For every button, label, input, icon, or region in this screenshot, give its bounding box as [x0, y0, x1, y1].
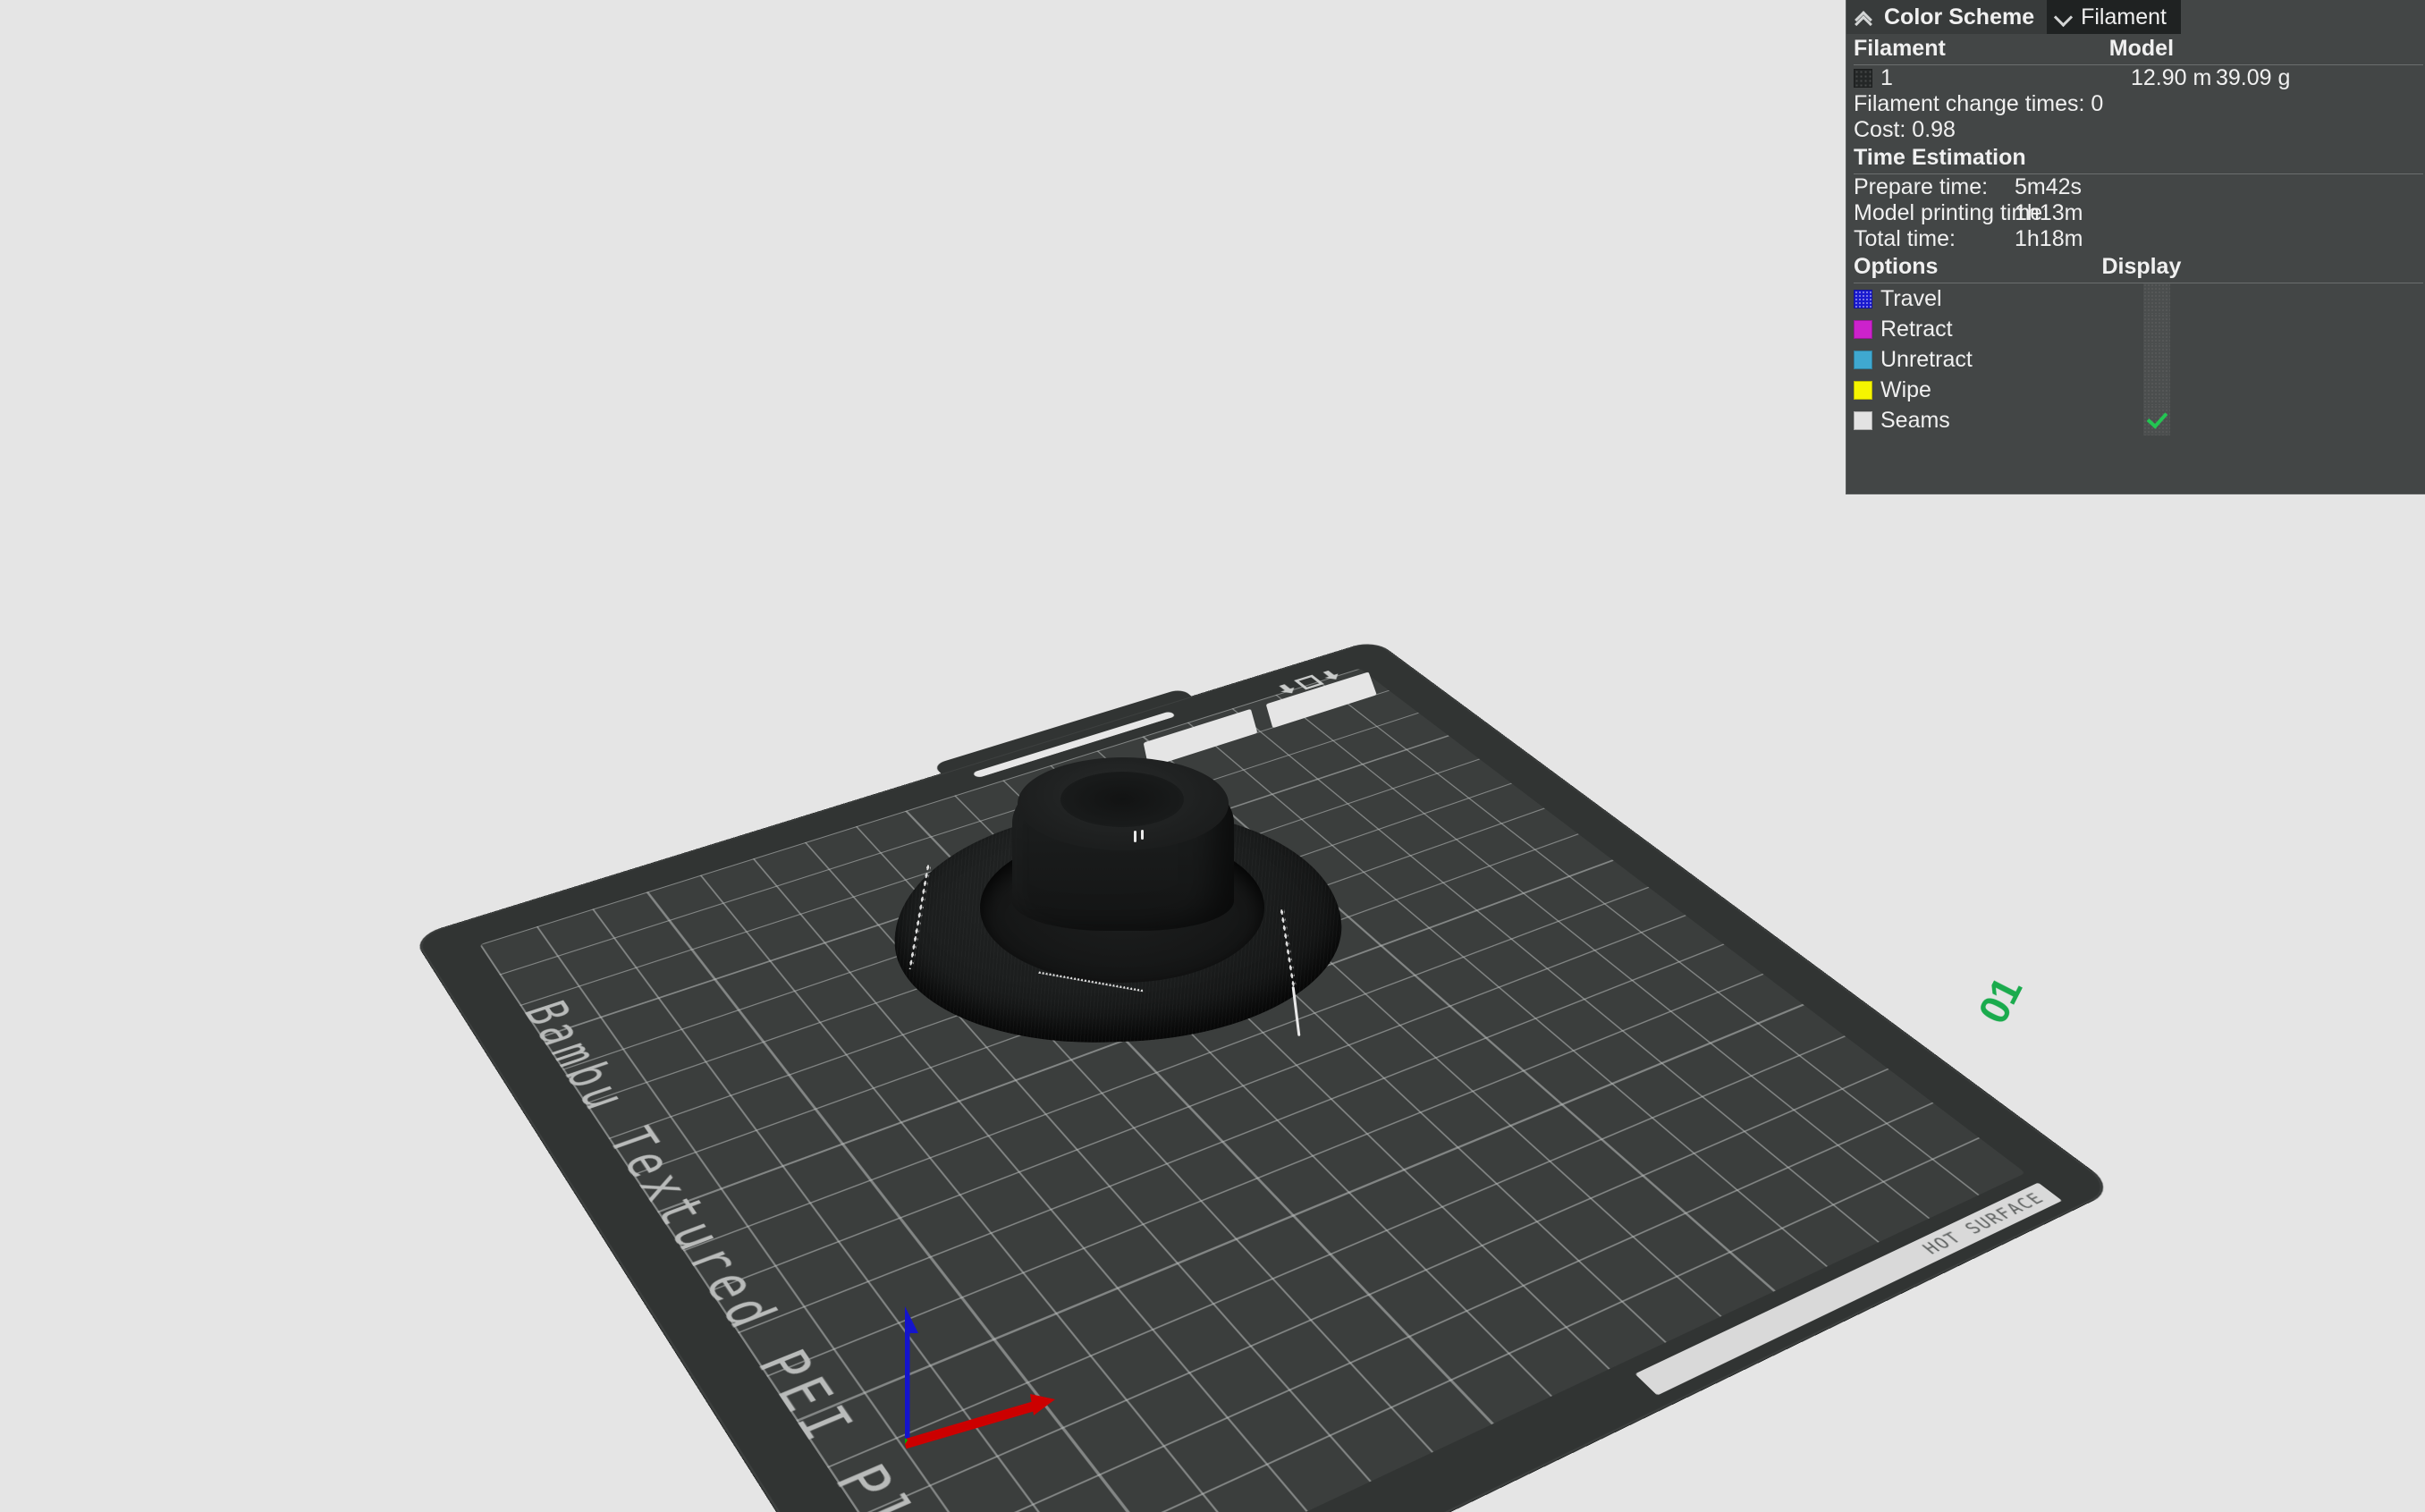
seams-label: Seams [1880, 407, 1950, 433]
prepare-time-row: Prepare time: 5m42s [1846, 174, 2425, 200]
filament-col-header: Filament [1854, 36, 1946, 61]
wipe-label: Wipe [1880, 376, 1931, 402]
model-col-header: Model [2108, 36, 2175, 61]
seams-color-swatch [1854, 410, 1872, 430]
filament-name: 1 [1880, 65, 1893, 90]
unretract-color-swatch [1854, 350, 1872, 369]
wipe-display-checkbox[interactable] [2143, 375, 2170, 405]
cost-row: Cost: 0.98 [1846, 117, 2425, 143]
total-time-label: Total time: [1854, 226, 1956, 251]
retract-display-checkbox[interactable] [2143, 314, 2170, 344]
model-printing-time-value: 1h13m [2015, 200, 2083, 225]
options-section-header: Options Display [1846, 252, 2425, 283]
time-estimation-title: Time Estimation [1854, 145, 2026, 170]
model-printing-time-row: Model printing time: 1h13m [1846, 200, 2425, 226]
plate-frame: HOT SURFACE PLA/ABS/PETG Bambu Textured … [413, 639, 2117, 1512]
plate-grid-surface [479, 668, 2026, 1512]
wipe-color-swatch [1854, 380, 1872, 400]
seams-display-checkbox[interactable] [2143, 405, 2170, 435]
prepare-time-label: Prepare time: [1854, 174, 1989, 199]
time-estimation-header: Time Estimation [1846, 143, 2425, 173]
filament-weight: 39.09 g [2216, 65, 2291, 90]
unretract-display-checkbox[interactable] [2143, 344, 2170, 375]
option-row-seams[interactable]: Seams [1846, 405, 2425, 435]
color-scheme-title: Color Scheme [1884, 4, 2035, 30]
z-axis-arrow [891, 1306, 918, 1444]
filament-length: 12.90 m [2131, 65, 2212, 90]
cost-label: Cost: 0.98 [1854, 117, 1956, 142]
travel-label: Travel [1880, 285, 1942, 311]
retract-label: Retract [1880, 316, 1953, 342]
total-time-value: 1h18m [2015, 226, 2083, 251]
option-row-travel[interactable]: Travel [1846, 283, 2425, 314]
chevron-up-icon [1855, 8, 1875, 33]
display-col-header: Display [2101, 254, 2182, 279]
filament-change-times-row: Filament change times: 0 [1846, 91, 2425, 117]
total-time-row: Total time: 1h18m [1846, 226, 2425, 252]
filament-color-swatch[interactable] [1854, 69, 1872, 88]
check-icon [2146, 407, 2167, 429]
chevron-down-icon [2054, 7, 2074, 28]
axis-gizmo [821, 1301, 1102, 1462]
options-col-header: Options [1854, 254, 1939, 279]
travel-color-swatch [1854, 289, 1872, 308]
color-scheme-dropdown[interactable]: Filament [2047, 0, 2181, 34]
unretract-label: Unretract [1880, 346, 1973, 372]
travel-display-checkbox[interactable] [2143, 283, 2170, 314]
color-scheme-value: Filament [2081, 4, 2167, 30]
print-info-panel: Color Scheme Filament Filament Model 1 1… [1846, 0, 2425, 494]
option-row-wipe[interactable]: Wipe [1846, 375, 2425, 405]
filament-section-header: Filament Model [1846, 34, 2425, 64]
color-scheme-collapse-button[interactable]: Color Scheme [1846, 0, 2048, 34]
prepare-time-value: 5m42s [2015, 174, 2083, 199]
retract-color-swatch [1854, 319, 1872, 339]
option-row-retract[interactable]: Retract [1846, 314, 2425, 344]
panel-header: Color Scheme Filament [1846, 0, 2425, 34]
filament-change-times-label: Filament change times: 0 [1854, 91, 2104, 116]
model-printing-time-label: Model printing time: [1854, 200, 2049, 225]
filament-row: 1 12.90 m 39.09 g [1846, 65, 2425, 91]
option-row-unretract[interactable]: Unretract [1846, 344, 2425, 375]
x-axis-arrow [903, 1394, 1055, 1449]
